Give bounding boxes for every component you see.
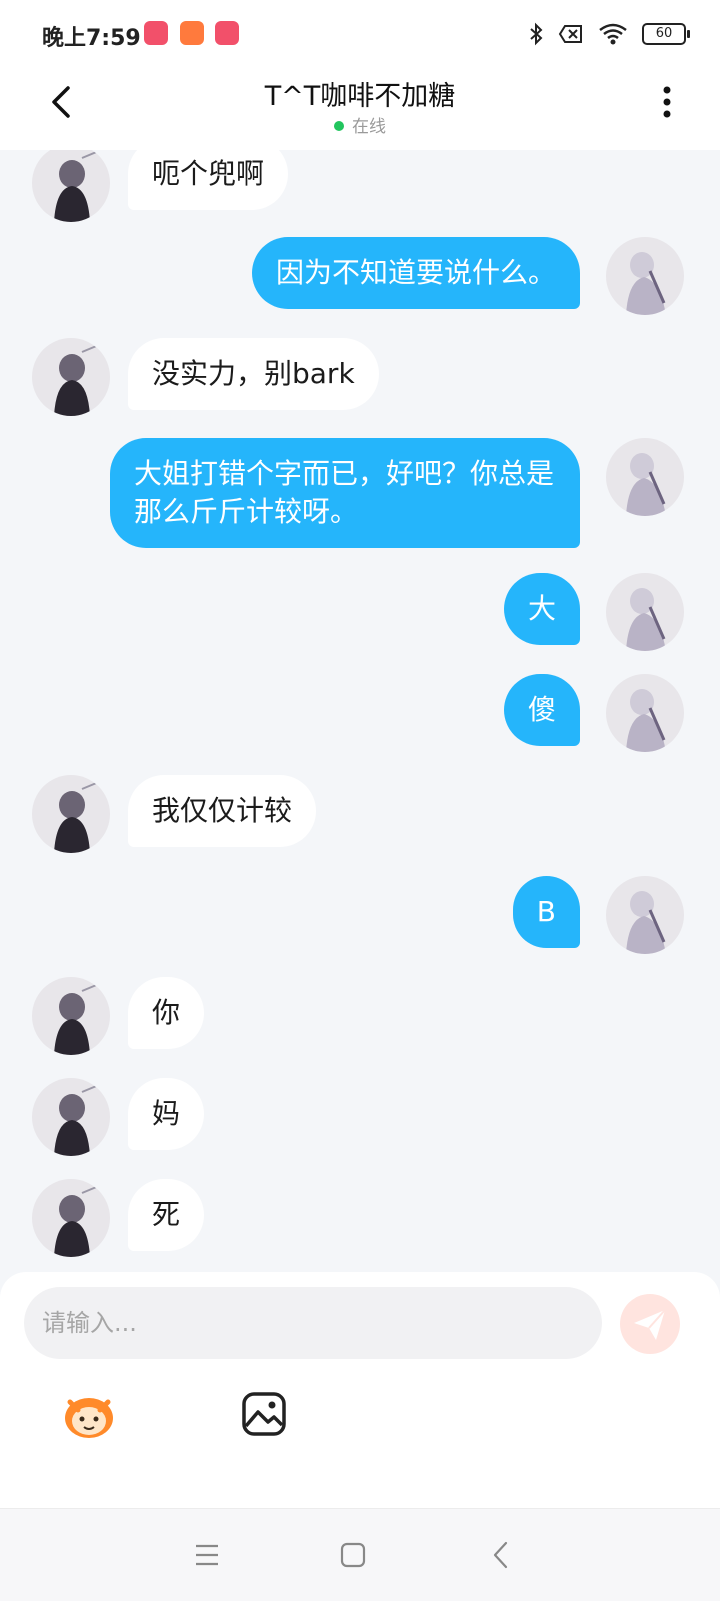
outgoing-message-bubble[interactable]: 大: [503, 573, 580, 645]
incoming-message-bubble[interactable]: 呃个兜啊: [128, 150, 289, 210]
incoming-message-bubble[interactable]: 我仅仅计较: [128, 775, 317, 847]
my-avatar[interactable]: [606, 237, 684, 315]
system-nav-bar: [0, 1508, 720, 1601]
outgoing-message-bubble[interactable]: 因为不知道要说什么。: [251, 237, 580, 309]
image-icon[interactable]: [240, 1390, 288, 1438]
my-avatar[interactable]: [606, 573, 684, 651]
incoming-message-bubble[interactable]: 妈: [128, 1078, 205, 1150]
app-badge-icon: [215, 21, 239, 45]
app-badge-icon: [144, 21, 168, 45]
wifi-icon: [599, 23, 627, 45]
emoji-mascot-icon[interactable]: [60, 1390, 118, 1440]
chat-header: T^T咖啡不加糖 在线: [0, 68, 720, 150]
message-list[interactable]: 呃个兜啊 因为不知道要说什么。 没实力，别bark 大姐打错个字而已，好吧？你总…: [0, 150, 720, 1272]
contact-avatar[interactable]: [32, 338, 110, 416]
outgoing-message-bubble[interactable]: B: [512, 876, 580, 948]
status-time: 晚上7:59: [42, 26, 141, 51]
my-avatar[interactable]: [606, 674, 684, 752]
contact-avatar[interactable]: [32, 150, 110, 222]
incoming-message-bubble[interactable]: 没实力，别bark: [128, 338, 379, 410]
app-badge-icon: [180, 21, 204, 45]
bluetooth-icon: [530, 22, 543, 46]
outgoing-message-bubble[interactable]: 大姐打错个字而已，好吧？你总是那么斤斤计较呀。: [110, 438, 580, 548]
home-square-icon[interactable]: [335, 1537, 371, 1573]
contact-avatar[interactable]: [32, 1179, 110, 1257]
menu-icon[interactable]: [189, 1537, 225, 1573]
battery-icon: 60: [642, 23, 690, 45]
contact-avatar[interactable]: [32, 775, 110, 853]
send-button[interactable]: [620, 1294, 680, 1354]
sim-x-icon: [558, 25, 582, 43]
composer-panel: [0, 1272, 720, 1508]
status-bar: 晚上7:59 60: [0, 0, 720, 68]
incoming-message-bubble[interactable]: 死: [128, 1179, 205, 1251]
contact-avatar[interactable]: [32, 977, 110, 1055]
status-icons: 60: [528, 20, 690, 48]
outgoing-message-bubble[interactable]: 傻: [503, 674, 580, 746]
contact-avatar[interactable]: [32, 1078, 110, 1156]
back-icon[interactable]: [484, 1537, 520, 1573]
more-vertical-icon[interactable]: [654, 84, 680, 124]
online-label: 在线: [352, 117, 386, 137]
message-input[interactable]: [24, 1287, 602, 1359]
my-avatar[interactable]: [606, 438, 684, 516]
send-icon: [634, 1309, 666, 1340]
my-avatar[interactable]: [606, 876, 684, 954]
online-dot-icon: [334, 121, 344, 131]
incoming-message-bubble[interactable]: 你: [128, 977, 205, 1049]
chat-title: T^T咖啡不加糖: [264, 81, 456, 112]
online-status: 在线: [0, 112, 720, 137]
